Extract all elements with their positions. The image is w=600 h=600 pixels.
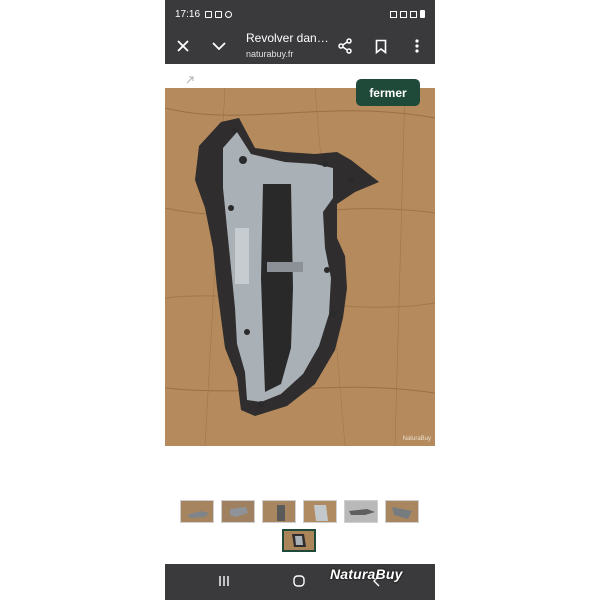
thumbnail[interactable] bbox=[262, 500, 296, 523]
chevron-down-icon[interactable] bbox=[207, 34, 231, 58]
browser-top-bar: Revolver dan… naturabuy.fr bbox=[165, 28, 435, 64]
product-photo[interactable] bbox=[165, 88, 435, 446]
close-icon[interactable] bbox=[171, 34, 195, 58]
page-content: NaturaBuy fermer bbox=[165, 64, 435, 564]
brand-watermark: NaturaBuy bbox=[330, 566, 403, 582]
battery-icon bbox=[420, 10, 425, 18]
photo-notification-icon bbox=[215, 10, 223, 18]
status-bar: 17:16 bbox=[165, 0, 435, 28]
wifi-icon bbox=[400, 10, 407, 18]
thumbnail-active[interactable] bbox=[282, 529, 316, 552]
recent-apps-icon[interactable] bbox=[217, 574, 231, 588]
page-title-block[interactable]: Revolver dan… naturabuy.fr bbox=[246, 31, 336, 60]
thumbnail[interactable] bbox=[303, 500, 337, 523]
thumbnail[interactable] bbox=[344, 500, 378, 523]
status-time: 17:16 bbox=[175, 8, 201, 20]
page-url: naturabuy.fr bbox=[246, 49, 294, 59]
signal-icon bbox=[410, 10, 417, 18]
system-nav-bar: NaturaBuy bbox=[165, 564, 435, 600]
gallery-notification-icon bbox=[205, 10, 213, 18]
thumbnail[interactable] bbox=[221, 500, 255, 523]
bookmark-icon[interactable] bbox=[369, 34, 393, 58]
status-indicators bbox=[390, 10, 425, 18]
message-notification-icon bbox=[225, 10, 233, 18]
more-vertical-icon[interactable] bbox=[405, 34, 429, 58]
page-title: Revolver dan… bbox=[246, 31, 329, 45]
home-icon[interactable] bbox=[292, 574, 306, 588]
thumbnail[interactable] bbox=[180, 500, 214, 523]
mute-icon bbox=[390, 10, 397, 18]
share-icon[interactable] bbox=[333, 34, 357, 58]
phone-screen: 17:16 Revolver dan… naturabuy.fr NaturaB… bbox=[165, 0, 435, 600]
thumbnail[interactable] bbox=[385, 500, 419, 523]
close-button[interactable]: fermer bbox=[356, 79, 420, 106]
expand-icon[interactable] bbox=[185, 75, 195, 85]
